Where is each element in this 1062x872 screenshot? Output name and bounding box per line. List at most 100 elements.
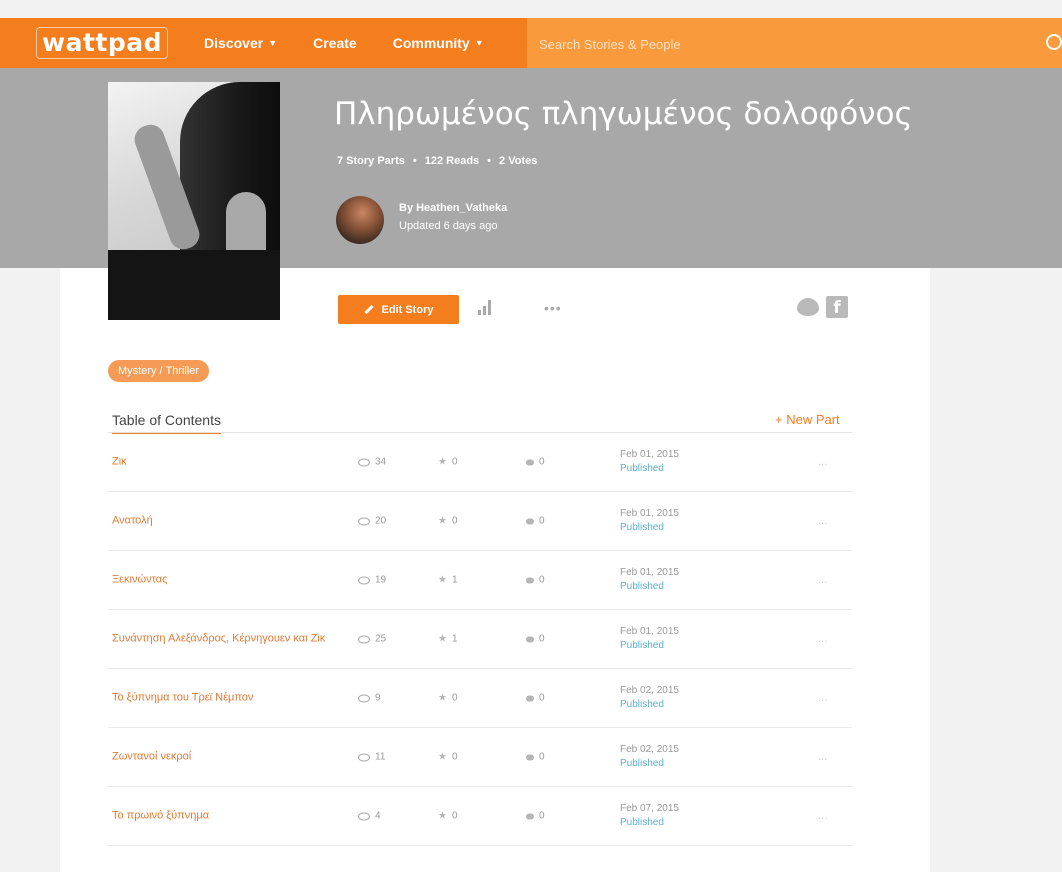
- part-title-link[interactable]: Το πρωινό ξύπνημα: [112, 808, 342, 825]
- status-badge: Published: [620, 581, 664, 592]
- part-votes: ★ 0: [438, 457, 458, 468]
- genre-tag[interactable]: Mystery / Thriller: [108, 360, 210, 382]
- part-title-link[interactable]: Ξεκινώντας: [112, 572, 342, 589]
- star-icon: ★: [438, 810, 447, 822]
- chevron-down-icon: ▼: [268, 38, 278, 48]
- part-votes: ★ 0: [438, 811, 458, 822]
- row-more-icon[interactable]: ...: [818, 810, 827, 822]
- comment-icon: [526, 518, 534, 524]
- updated-timestamp: Updated 6 days ago: [399, 220, 498, 232]
- publish-date: Feb 02, 2015: [620, 685, 679, 696]
- votes-count: 0: [451, 456, 458, 468]
- part-comments: 0: [526, 457, 545, 468]
- reads-count: 25: [375, 633, 387, 645]
- votes-count: 1: [451, 574, 458, 586]
- nav-discover-label: Discover: [204, 35, 264, 51]
- author-avatar[interactable]: [336, 196, 384, 244]
- status-badge: Published: [620, 699, 664, 710]
- publish-date: Feb 02, 2015: [620, 744, 679, 755]
- top-nav-bar: wattpad Discover ▼ Create Community ▼: [0, 18, 1062, 70]
- publish-date: Feb 01, 2015: [620, 449, 679, 460]
- wattpad-logo[interactable]: wattpad: [36, 27, 169, 59]
- nav-create-label: Create: [313, 35, 357, 51]
- part-date-status: Feb 07, 2015 Published: [620, 802, 679, 830]
- part-votes: ★ 1: [438, 575, 458, 586]
- part-comments: 0: [526, 516, 545, 527]
- story-title: Πληρωμένος πληγωμένος δολοφόνος: [334, 96, 913, 132]
- edit-story-label: Edit Story: [381, 303, 434, 316]
- comment-icon: [526, 754, 534, 760]
- part-title-link[interactable]: Ζωντανοί νεκροί: [112, 749, 342, 766]
- row-more-icon[interactable]: ...: [818, 574, 827, 586]
- nav-community[interactable]: Community ▼: [393, 35, 484, 51]
- comment-icon: [526, 577, 534, 583]
- facebook-icon[interactable]: f: [826, 296, 848, 318]
- publish-date: Feb 01, 2015: [620, 567, 679, 578]
- nav-discover[interactable]: Discover ▼: [204, 35, 277, 51]
- twitter-icon[interactable]: [797, 298, 819, 316]
- part-date-status: Feb 02, 2015 Published: [620, 684, 679, 712]
- comment-icon: [526, 695, 534, 701]
- edit-story-button[interactable]: Edit Story: [338, 295, 459, 324]
- votes-count: 1: [451, 633, 458, 645]
- part-reads: 4: [358, 811, 381, 822]
- comments-count: 0: [539, 515, 545, 527]
- search-input[interactable]: [527, 18, 1021, 70]
- part-reads: 34: [358, 457, 386, 468]
- votes-count: 0: [451, 692, 458, 704]
- eye-icon: [358, 576, 370, 584]
- part-date-status: Feb 01, 2015 Published: [620, 566, 679, 594]
- stats-icon[interactable]: [478, 299, 493, 315]
- publish-date: Feb 01, 2015: [620, 626, 679, 637]
- reads-count: 9: [375, 692, 381, 704]
- story-stats: 7 Story Parts • 122 Reads • 2 Votes: [337, 155, 537, 167]
- row-more-icon[interactable]: ...: [818, 633, 827, 645]
- part-votes: ★ 1: [438, 634, 458, 645]
- comments-count: 0: [539, 574, 545, 586]
- story-reads-count: 122 Reads: [424, 155, 480, 167]
- eye-icon: [358, 635, 370, 643]
- part-title-link[interactable]: Το ξύπνημα του Τρεϊ Νέμπον: [112, 690, 342, 707]
- story-parts-count: 7 Story Parts: [337, 155, 405, 167]
- part-title-link[interactable]: Ανατολή: [112, 513, 342, 530]
- eye-icon: [358, 694, 370, 702]
- reads-count: 20: [375, 515, 387, 527]
- separator-dot: •: [487, 155, 492, 167]
- table-row: Συνάντηση Αλεξάνδρος, Κέρνηγουεν και Ζικ…: [108, 610, 852, 669]
- table-row: Ξεκινώντας 19 ★ 1 0 Feb 01, 2015 Published...: [108, 551, 852, 610]
- nav-community-label: Community: [392, 35, 470, 51]
- part-comments: 0: [526, 811, 545, 822]
- cover-bottom: [108, 250, 280, 320]
- part-comments: 0: [526, 634, 545, 645]
- row-more-icon[interactable]: ...: [818, 692, 827, 704]
- star-icon: ★: [438, 515, 447, 527]
- nav-create[interactable]: Create: [313, 35, 357, 51]
- status-badge: Published: [620, 758, 664, 769]
- table-row: Ανατολή 20 ★ 0 0 Feb 01, 2015 Published...: [108, 492, 852, 551]
- more-icon[interactable]: •••: [544, 300, 562, 316]
- new-part-link[interactable]: + New Part: [775, 412, 840, 427]
- part-title-link[interactable]: Ζικ: [112, 454, 342, 471]
- table-row: Το πρωινό ξύπνημα 4 ★ 0 0 Feb 07, 2015 Publish…: [108, 787, 852, 846]
- comments-count: 0: [539, 810, 545, 822]
- row-more-icon[interactable]: ...: [818, 751, 827, 763]
- row-more-icon[interactable]: ...: [818, 515, 827, 527]
- separator-dot: •: [412, 155, 417, 167]
- row-more-icon[interactable]: ...: [818, 456, 827, 468]
- publish-date: Feb 07, 2015: [620, 803, 679, 814]
- part-reads: 9: [358, 693, 381, 704]
- story-cover-image: [108, 82, 280, 320]
- part-title-link[interactable]: Συνάντηση Αλεξάνδρος, Κέρνηγουεν και Ζικ: [112, 631, 342, 648]
- table-row: Το ξύπνημα του Τρεϊ Νέμπον 9 ★ 0 0 Feb 02, 20…: [108, 669, 852, 728]
- eye-icon: [358, 458, 370, 466]
- part-votes: ★ 0: [438, 693, 458, 704]
- star-icon: ★: [438, 692, 447, 704]
- part-reads: 25: [358, 634, 386, 645]
- part-reads: 19: [358, 575, 386, 586]
- search-icon[interactable]: [1046, 34, 1062, 50]
- eye-icon: [358, 753, 370, 761]
- author-name[interactable]: By Heathen_Vatheka: [399, 202, 507, 214]
- chevron-down-icon: ▼: [474, 38, 484, 48]
- reads-count: 34: [375, 456, 387, 468]
- part-date-status: Feb 02, 2015 Published: [620, 743, 679, 771]
